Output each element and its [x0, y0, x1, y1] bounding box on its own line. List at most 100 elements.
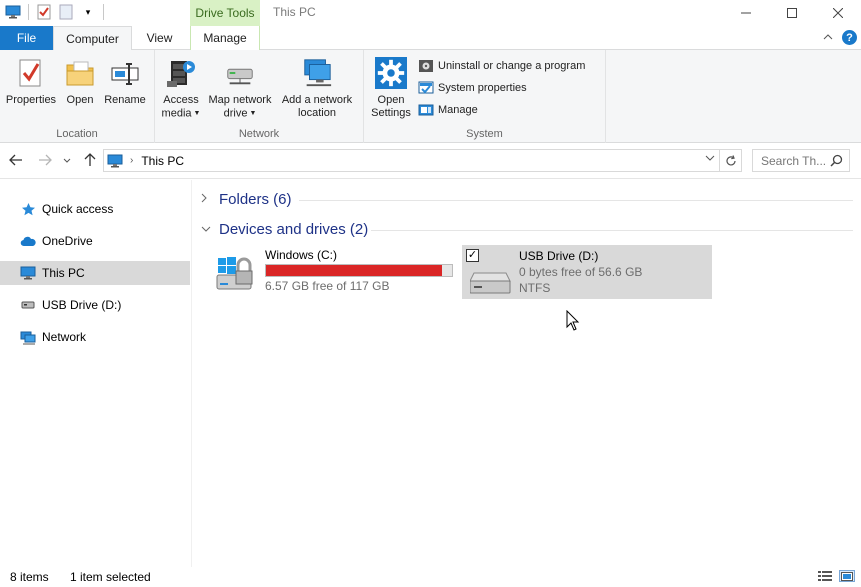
- devices-group-header[interactable]: Devices and drives (2): [201, 221, 368, 238]
- drive-free-space: 0 bytes free of 56.6 GB: [519, 265, 643, 279]
- ribbon: Properties Open Rename Location Access m…: [0, 50, 861, 143]
- nav-item-network[interactable]: Network: [0, 325, 190, 349]
- drive-usage-fill: [266, 265, 442, 276]
- system-properties-label: System properties: [438, 82, 527, 94]
- navigation-bar: › This PC Search Th...: [0, 143, 861, 179]
- nav-item-label: Quick access: [42, 202, 114, 216]
- group-divider: [371, 230, 853, 231]
- ribbon-group-location: Properties Open Rename Location: [0, 50, 155, 143]
- details-view-icon[interactable]: [817, 570, 833, 582]
- window-title: This PC: [273, 5, 316, 19]
- address-bar[interactable]: › This PC: [103, 149, 720, 172]
- ribbon-group-system: Open Settings Uninstall or change a prog…: [364, 50, 606, 143]
- customize-qat-icon[interactable]: ▾: [79, 3, 97, 21]
- nav-item-this-pc[interactable]: This PC: [0, 261, 190, 285]
- drive-tile-windows-c[interactable]: Windows (C:) 6.57 GB free of 117 GB: [207, 245, 457, 299]
- properties-check-icon[interactable]: [35, 3, 53, 21]
- dropdown-arrow-icon: ▼: [249, 110, 257, 117]
- breadcrumb-chevron-icon[interactable]: ›: [130, 155, 133, 166]
- usb-drive-icon: [470, 272, 511, 294]
- map-drive-label-line2: drive: [223, 107, 248, 120]
- group-divider: [299, 200, 853, 201]
- status-item-count: 8 items: [10, 570, 49, 584]
- folders-group-header[interactable]: Folders (6): [201, 191, 292, 208]
- ribbon-tab-row: File Computer View Manage: [0, 26, 861, 51]
- tab-manage[interactable]: Manage: [190, 26, 260, 50]
- nav-item-label: Network: [42, 330, 87, 344]
- network-icon: [20, 329, 36, 345]
- tab-computer[interactable]: Computer: [53, 26, 132, 51]
- breadcrumb-this-pc[interactable]: This PC: [141, 154, 184, 168]
- rename-button[interactable]: Rename: [102, 56, 148, 107]
- windows-drive-lock-icon: [216, 257, 253, 290]
- properties-label: Properties: [5, 94, 57, 106]
- nav-item-usb-drive[interactable]: USB Drive (D:): [0, 293, 190, 317]
- access-media-button[interactable]: Access media ▼: [158, 56, 204, 120]
- rename-label: Rename: [104, 94, 146, 106]
- nav-item-quick-access[interactable]: Quick access: [0, 197, 190, 221]
- ribbon-group-label: Location: [56, 128, 98, 140]
- qat-separator: [103, 4, 104, 20]
- drive-usage-bar: [265, 264, 453, 277]
- computer-management-icon: [418, 102, 434, 118]
- map-network-drive-icon: [224, 56, 256, 90]
- up-button[interactable]: [81, 151, 99, 169]
- tab-view[interactable]: View: [132, 26, 187, 50]
- open-settings-label-line2: Settings: [371, 107, 411, 119]
- nav-item-onedrive[interactable]: OneDrive: [0, 229, 190, 253]
- chevron-right-icon: [201, 193, 211, 206]
- ribbon-group-label: System: [466, 128, 503, 140]
- drive-tile-usb-d[interactable]: ✓ USB Drive (D:) 0 bytes free of 56.6 GB…: [462, 245, 712, 299]
- search-placeholder: Search Th...: [761, 153, 827, 168]
- address-history-chevron-icon[interactable]: [705, 153, 715, 164]
- nav-item-label: USB Drive (D:): [42, 298, 122, 312]
- maximize-button[interactable]: [769, 0, 815, 26]
- collapse-ribbon-icon[interactable]: [823, 31, 833, 43]
- forward-button[interactable]: [36, 151, 54, 169]
- access-media-label-line2: media: [161, 107, 192, 120]
- folders-group-title: Folders (6): [219, 191, 292, 208]
- this-pc-icon[interactable]: [4, 3, 22, 21]
- refresh-button[interactable]: [720, 149, 742, 172]
- uninstall-program-icon: [418, 58, 434, 74]
- open-button[interactable]: Open: [60, 56, 100, 107]
- large-icons-view-icon[interactable]: [839, 570, 855, 582]
- open-settings-label-line1: Open: [377, 94, 405, 106]
- status-selection-count: 1 item selected: [70, 570, 151, 584]
- navigation-pane: Quick access OneDrive This PC USB Drive …: [0, 180, 192, 567]
- nav-item-label: This PC: [42, 266, 85, 280]
- drive-name: Windows (C:): [265, 248, 338, 262]
- minimize-button[interactable]: [723, 0, 769, 26]
- mouse-cursor-icon: [566, 310, 580, 331]
- back-button[interactable]: [7, 151, 25, 169]
- open-folder-icon: [64, 56, 96, 90]
- manage-button[interactable]: Manage: [418, 102, 478, 118]
- nav-item-label: OneDrive: [42, 234, 93, 248]
- help-icon[interactable]: ?: [842, 30, 857, 45]
- search-icon[interactable]: [830, 154, 843, 170]
- add-location-label-line1: Add a network: [281, 94, 353, 106]
- properties-button[interactable]: Properties: [4, 56, 58, 107]
- system-properties-button[interactable]: System properties: [418, 80, 527, 96]
- add-network-location-button[interactable]: Add a network location: [276, 56, 358, 120]
- rename-icon: [109, 56, 141, 90]
- this-pc-icon: [20, 265, 36, 281]
- recent-locations-chevron-icon[interactable]: [60, 151, 74, 169]
- uninstall-program-button[interactable]: Uninstall or change a program: [418, 58, 585, 74]
- search-box[interactable]: Search Th...: [752, 149, 850, 172]
- open-label: Open: [66, 94, 94, 106]
- status-bar: 8 items 1 item selected: [0, 567, 861, 587]
- ribbon-group-network: Access media ▼ Map network drive ▼ Add a n…: [155, 50, 364, 143]
- ribbon-group-label: Network: [238, 128, 280, 140]
- new-folder-icon[interactable]: [57, 3, 75, 21]
- map-drive-label-line1: Map network: [208, 94, 272, 106]
- star-icon: [20, 201, 36, 217]
- chevron-down-icon: [201, 224, 211, 236]
- settings-gear-icon: [375, 56, 407, 90]
- title-bar: ▾ Drive Tools This PC: [0, 0, 861, 26]
- close-button[interactable]: [815, 0, 861, 26]
- tab-file[interactable]: File: [0, 26, 53, 50]
- open-settings-button[interactable]: Open Settings: [369, 56, 413, 120]
- this-pc-icon: [106, 153, 124, 169]
- map-network-drive-button[interactable]: Map network drive ▼: [204, 56, 276, 120]
